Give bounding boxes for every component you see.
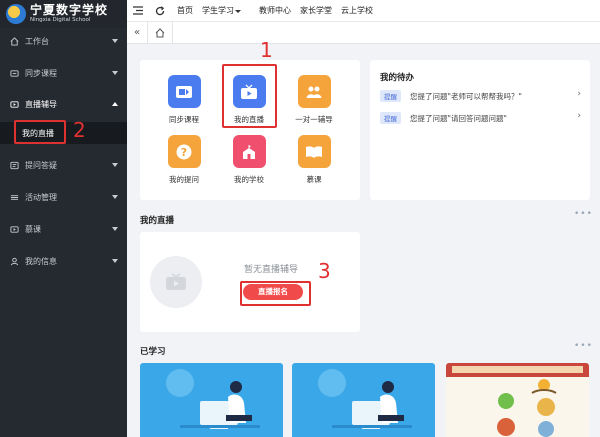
live-section-title: 我的直播 [140, 216, 175, 226]
more-icon[interactable]: ••• [574, 209, 593, 219]
sidebar-item-label: 我的信息 [25, 256, 57, 266]
app-label: 同步课程 [169, 115, 199, 124]
sidebar-item-sync-course[interactable]: 同步课程 [0, 63, 127, 83]
sidebar-item-label: 同步课程 [25, 68, 57, 78]
study-course-card[interactable] [292, 363, 435, 437]
school-emblem-icon [6, 4, 26, 24]
annotation-number-2: 2 [73, 118, 86, 142]
logo-title: 宁夏数字学校 [30, 3, 109, 18]
app-my-question[interactable]: ? 我的提问 [154, 135, 214, 185]
app-label: 我的提问 [169, 175, 199, 184]
app-label: 慕课 [306, 175, 322, 184]
chevron-right-icon: › [577, 89, 581, 99]
sidebar-item-qa[interactable]: 提问答疑 [0, 155, 127, 175]
tab-home[interactable] [147, 21, 173, 44]
nav-parent-school[interactable]: 家长学堂 [300, 5, 332, 16]
my-question-icon: ? [167, 135, 201, 168]
logo-subtitle: Ningxia Digital School [30, 17, 91, 24]
course-cover-image [446, 363, 589, 437]
activity-icon [10, 194, 19, 200]
logo[interactable]: 宁夏数字学校 Ningxia Digital School [0, 0, 127, 28]
tab-bar: « [127, 21, 600, 44]
sidebar-item-activity[interactable]: 活动管理 [0, 187, 127, 207]
app-label: 我的学校 [234, 175, 264, 184]
app-one-on-one[interactable]: 一对一辅导 [284, 75, 344, 125]
sidebar-item-label: 直播辅导 [25, 99, 57, 109]
chevron-down-icon [112, 163, 118, 167]
refresh-icon[interactable] [149, 0, 171, 22]
todo-text: 您提了问题"请回答问题问题" [410, 113, 507, 123]
double-chevron-left-icon[interactable]: « [127, 27, 147, 38]
sidebar-item-workbench[interactable]: 工作台 [0, 31, 127, 51]
user-icon [10, 257, 19, 265]
nav-teacher-center[interactable]: 教师中心 [259, 5, 291, 16]
nav-student-study[interactable]: 学生学习 [202, 5, 250, 16]
study-course-card[interactable] [140, 363, 283, 437]
chevron-down-icon [112, 259, 118, 263]
annotation-number-1: 1 [260, 38, 273, 62]
mooc-icon [10, 225, 19, 233]
question-icon [10, 161, 19, 169]
nav-home[interactable]: 首页 [177, 5, 193, 16]
more-icon[interactable]: ••• [574, 341, 593, 351]
sidebar-item-label: 提问答疑 [25, 160, 57, 170]
chevron-down-icon [112, 227, 118, 231]
todo-card: 我的待办 提醒 您提了问题"老师可以帮帮我吗？" › 提醒 您提了问题"请回答问… [370, 60, 590, 200]
caret-down-icon [235, 9, 241, 13]
sidebar-item-label: 慕课 [25, 224, 41, 234]
app-sync-course[interactable]: 同步课程 [154, 75, 214, 125]
live-placeholder-image [150, 256, 202, 308]
app-my-school[interactable]: 我的学校 [219, 135, 279, 185]
chevron-up-icon [112, 102, 118, 106]
annotation-box-3 [240, 281, 311, 306]
tutor-icon [297, 75, 331, 108]
school-icon [232, 135, 266, 168]
chevron-down-icon [112, 71, 118, 75]
course-cover-image [140, 363, 283, 437]
chevron-down-icon [112, 39, 118, 43]
annotation-box-1 [222, 64, 277, 128]
sidebar-item-my-info[interactable]: 我的信息 [0, 251, 127, 271]
menu-toggle-icon[interactable] [127, 0, 149, 22]
nav-cloud-school[interactable]: 云上学校 [341, 5, 373, 16]
sync-course-icon [167, 75, 201, 108]
top-navbar: 首页 学生学习 教师中心 家长学堂 云上学校 [127, 0, 600, 22]
chevron-right-icon: › [577, 111, 581, 121]
sidebar-item-mooc[interactable]: 慕课 [0, 219, 127, 239]
study-course-card[interactable] [446, 363, 589, 437]
tv-icon [166, 273, 186, 290]
course-icon [10, 69, 19, 77]
course-cover-image [292, 363, 435, 437]
sidebar-item-label: 活动管理 [25, 192, 57, 202]
study-section-title: 已学习 [140, 347, 166, 357]
todo-item[interactable]: 提醒 您提了问题"请回答问题问题" › [380, 111, 585, 125]
annotation-box-2 [14, 120, 66, 144]
svg-text:?: ? [181, 146, 187, 159]
mooc-book-icon [297, 135, 331, 168]
home-icon [155, 27, 165, 37]
todo-text: 您提了问题"老师可以帮帮我吗？" [410, 91, 522, 101]
sidebar-item-live-tutoring[interactable]: 直播辅导 [0, 94, 127, 114]
reminder-badge: 提醒 [380, 90, 401, 102]
annotation-number-3: 3 [318, 259, 331, 283]
todo-title: 我的待办 [380, 73, 415, 83]
live-empty-text: 暂无直播辅导 [244, 265, 299, 275]
reminder-badge: 提醒 [380, 112, 401, 124]
live-icon [10, 100, 19, 108]
app-mooc[interactable]: 慕课 [284, 135, 344, 185]
todo-item[interactable]: 提醒 您提了问题"老师可以帮帮我吗？" › [380, 89, 585, 103]
app-label: 一对一辅导 [295, 115, 333, 124]
chevron-down-icon [112, 195, 118, 199]
home-icon [10, 36, 19, 46]
sidebar-item-label: 工作台 [25, 36, 49, 46]
